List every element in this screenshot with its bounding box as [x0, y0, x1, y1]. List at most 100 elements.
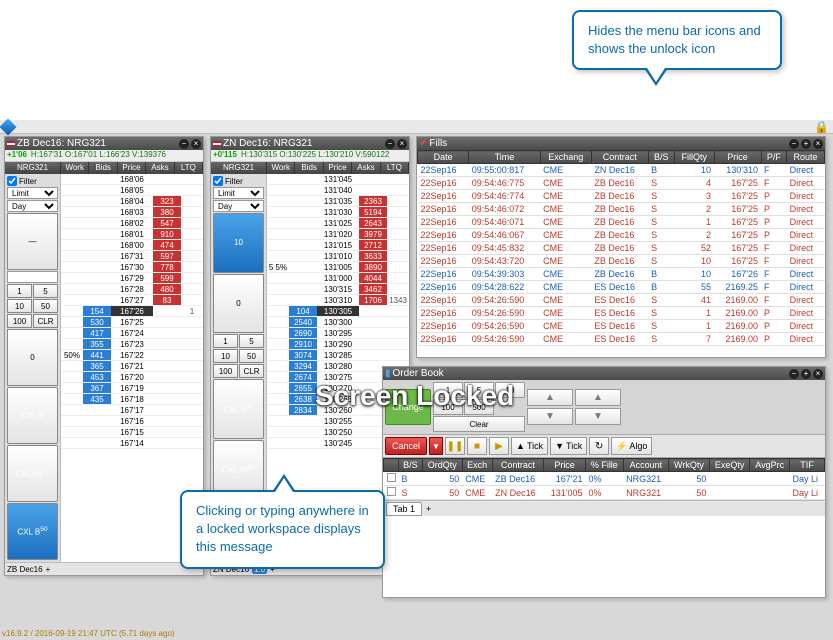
panel-header[interactable]: ZN Dec16: NRG321 − ×	[211, 137, 409, 150]
minimize-icon[interactable]: −	[179, 139, 189, 149]
fills-row[interactable]: 22Sep1609:54:26:590CMEES Dec16S12169.00P…	[418, 320, 825, 333]
stop-button[interactable]: ■	[467, 437, 487, 455]
ladder-row[interactable]: 168'02547	[61, 218, 203, 229]
fills-row[interactable]: 22Sep1609:54:46:071CMEZB Dec16S1167'25PD…	[418, 216, 825, 229]
ladder-row[interactable]: 168'04323	[61, 196, 203, 207]
close-icon[interactable]: ×	[191, 139, 201, 149]
fills-row[interactable]: 22Sep1609:54:26:590CMEES Dec16S12169.00P…	[418, 307, 825, 320]
qty-up-button[interactable]: ▲	[575, 389, 621, 406]
minimize-icon[interactable]: −	[789, 139, 799, 149]
ladder-row[interactable]: 130'3153462	[267, 284, 409, 295]
ladder-row[interactable]: 167'14	[61, 438, 203, 449]
ladder-row[interactable]: 2690130'295	[267, 328, 409, 339]
tif-select[interactable]: Day	[7, 200, 58, 212]
ladder-row[interactable]: 3074130'285	[267, 350, 409, 361]
ladder-row[interactable]: 2910130'290	[267, 339, 409, 350]
ladder-row[interactable]: 2540130'300	[267, 317, 409, 328]
filter-checkbox[interactable]: Filter	[7, 176, 58, 186]
ladder-row[interactable]: 131'0152712	[267, 240, 409, 251]
fills-row[interactable]: 22Sep1609:54:46:774CMEZB Dec16S3167'25PD…	[418, 190, 825, 203]
ladder-row[interactable]: 131'045	[267, 174, 409, 185]
orderbook-grid[interactable]: B/SOrdQtyExchContractPrice% FilleAccount…	[383, 458, 825, 500]
order-type-select[interactable]: Limit	[213, 187, 264, 199]
qty-clr[interactable]: CLR	[239, 364, 264, 378]
fills-row[interactable]: 22Sep1609:54:26:590CMEES Dec16S72169.00P…	[418, 333, 825, 346]
ladder-row[interactable]: 130'31017061343	[267, 295, 409, 306]
qty-10[interactable]: 10	[213, 349, 238, 363]
fills-row[interactable]: 22Sep1609:54:46:067CMEZB Dec16S2167'25PD…	[418, 229, 825, 242]
ladder-row[interactable]: 168'01910	[61, 229, 203, 240]
orderbook-row[interactable]: B50CMEZB Dec16167'210%NRG32150Day Li	[384, 472, 825, 486]
price-up-button[interactable]: ▲	[527, 389, 573, 406]
ladder-row[interactable]: 168'05	[61, 185, 203, 196]
ladder-row[interactable]: 131'0203979	[267, 229, 409, 240]
ladder-row[interactable]: 365167'21	[61, 361, 203, 372]
orderbook-tab[interactable]: Tab 1	[386, 502, 422, 516]
ladder-row[interactable]: 167'31597	[61, 251, 203, 262]
qty-500[interactable]: 500	[464, 399, 494, 415]
fills-row[interactable]: 22Sep1609:54:28:622CMEES Dec16B552169.25…	[418, 281, 825, 294]
ladder-row[interactable]: 131'0252643	[267, 218, 409, 229]
close-icon[interactable]: ×	[813, 369, 823, 379]
qty-100[interactable]: 100	[433, 399, 463, 415]
ladder-row[interactable]: 131'040	[267, 185, 409, 196]
minimize-icon[interactable]: −	[789, 369, 799, 379]
qty-1[interactable]: 1	[433, 382, 463, 398]
change-button[interactable]: Change	[385, 389, 431, 425]
cancel-button[interactable]: Cancel	[385, 437, 427, 455]
close-icon[interactable]: ×	[813, 139, 823, 149]
panel-header[interactable]: ZB Dec16: NRG321 − ×	[5, 137, 203, 150]
close-icon[interactable]: ×	[397, 139, 407, 149]
ladder-row[interactable]: 5 5%131'0053890	[267, 262, 409, 273]
acct-dd[interactable]: NRG321	[5, 162, 61, 174]
filter-checkbox[interactable]: Filter	[213, 176, 264, 186]
cancel-dropdown[interactable]: ▼	[429, 437, 443, 455]
ladder-row[interactable]: 167'15	[61, 427, 203, 438]
ladder-row[interactable]: 168'00474	[61, 240, 203, 251]
panel-header[interactable]: ▮ Order Book − + ×	[383, 367, 825, 380]
cxl-all-button[interactable]: CXL All50	[7, 445, 58, 502]
tick-down-button[interactable]: ▼Tick	[550, 437, 587, 455]
qty-input[interactable]	[7, 271, 58, 283]
ladder-row[interactable]: 453167'20	[61, 372, 203, 383]
fills-row[interactable]: 22Sep1609:54:39:303CMEZB Dec16B10167'26F…	[418, 268, 825, 281]
ladder-row[interactable]: 167'16	[61, 416, 203, 427]
qty-1[interactable]: 1	[213, 334, 238, 348]
minimize-icon[interactable]: −	[385, 139, 395, 149]
ladder-row[interactable]: 435167'18	[61, 394, 203, 405]
pause-button[interactable]: ❚❚	[445, 437, 465, 455]
qty-5[interactable]: 5	[239, 334, 264, 348]
qty-0[interactable]: 0	[213, 274, 264, 334]
fills-row[interactable]: 22Sep1609:54:46:775CMEZB Dec16S4167'25FD…	[418, 177, 825, 190]
fills-row[interactable]: 22Sep1609:54:43:720CMEZB Dec16S10167'25F…	[418, 255, 825, 268]
qty-100[interactable]: 100	[213, 364, 238, 378]
qty-clear[interactable]: Clear	[433, 416, 525, 432]
qty-clr[interactable]: CLR	[33, 314, 58, 328]
ladder-row[interactable]: 104130'305	[267, 306, 409, 317]
ladder-row[interactable]: 50%441167'22	[61, 350, 203, 361]
qty-0[interactable]: 0	[7, 329, 58, 386]
ladder-row[interactable]: 131'0352363	[267, 196, 409, 207]
ladder-row[interactable]: 131'0305194	[267, 207, 409, 218]
footer-plus-icon[interactable]: +	[46, 565, 51, 574]
qty-10[interactable]: 10	[495, 382, 525, 398]
price-down-button[interactable]: ▼	[527, 408, 573, 425]
orderbook-row[interactable]: S50CMEZN Dec16131'0050%NRG32150Day Li	[384, 486, 825, 500]
ladder-row[interactable]: 530167'25	[61, 317, 203, 328]
qty-down-button[interactable]: ▼	[575, 408, 621, 425]
qty-1[interactable]: 1	[7, 284, 32, 298]
ladder-row[interactable]: 167'17	[61, 405, 203, 416]
ladder-row[interactable]: 154167'2611	[61, 306, 203, 317]
tick-up-button[interactable]: ▲Tick	[511, 437, 548, 455]
cxl-sells-button[interactable]: CXL S50	[213, 379, 264, 439]
fills-row[interactable]: 22Sep1609:54:45:832CMEZB Dec16S52167'25F…	[418, 242, 825, 255]
lock-icon[interactable]: 🔒	[814, 120, 829, 134]
refresh-button[interactable]: ↻	[589, 437, 609, 455]
cxl-sells-button[interactable]: CXL S	[7, 387, 58, 444]
algo-button[interactable]: ⚡Algo	[611, 437, 652, 455]
ladder-row[interactable]: 367167'19	[61, 383, 203, 394]
tif-select[interactable]: Day	[213, 200, 264, 212]
maximize-icon[interactable]: +	[801, 139, 811, 149]
qty-10-blue[interactable]: 10	[213, 213, 264, 273]
add-tab-icon[interactable]: +	[426, 504, 431, 514]
